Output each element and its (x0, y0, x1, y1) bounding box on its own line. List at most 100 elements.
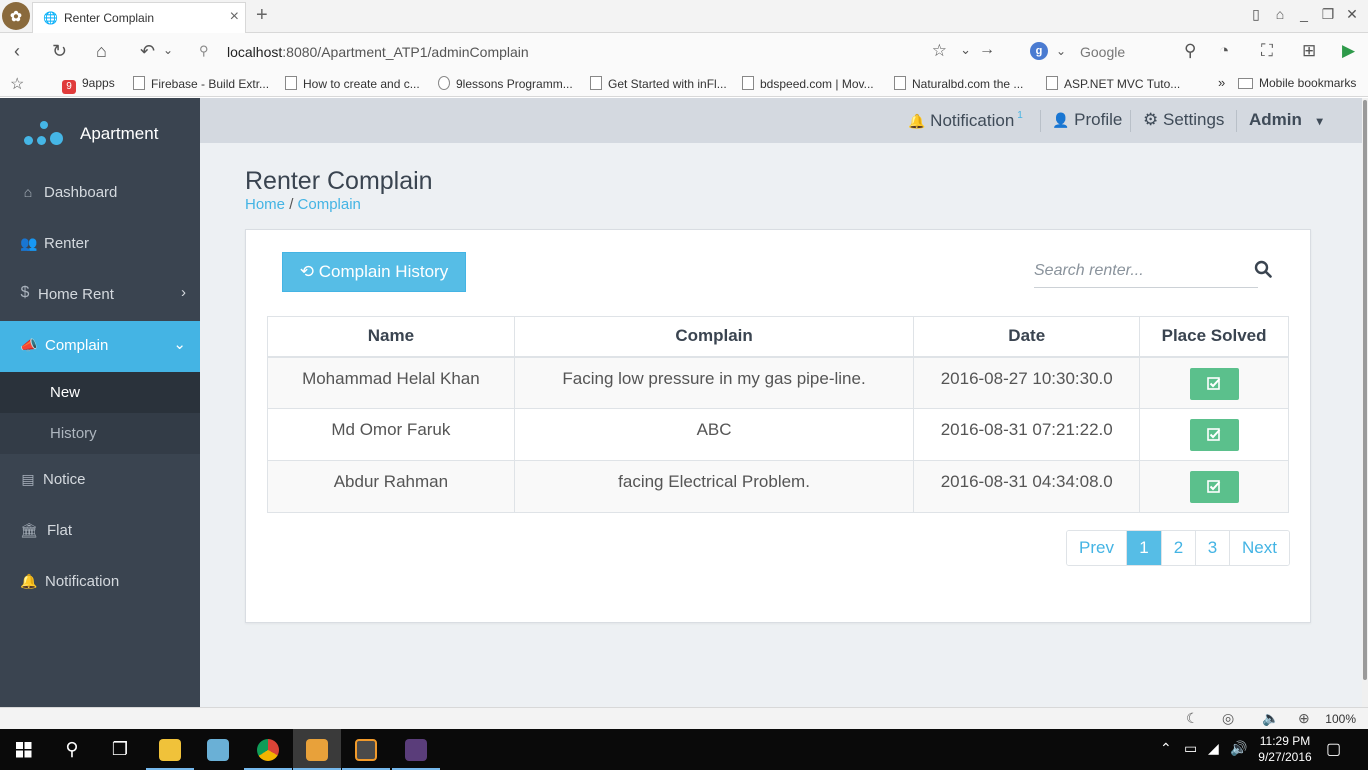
action-center-icon[interactable]: ▢ (1326, 739, 1341, 759)
undo-close-icon[interactable]: ↶ (140, 41, 155, 62)
bookmark-item[interactable]: ASP.NET MVC Tuto... (1046, 76, 1180, 91)
pagination-page-1[interactable]: 1 (1127, 531, 1162, 565)
taskbar-clock[interactable]: 11:29 PM 9/27/2016 (1250, 733, 1320, 765)
brand[interactable]: Apartment (0, 98, 200, 168)
zoom-icon[interactable]: ⊕ (1298, 710, 1310, 727)
9apps-icon: 9 (62, 80, 76, 94)
address-bar[interactable]: ⚲ localhost:8080/Apartment_ATP1/adminCom… (193, 39, 1013, 65)
reader-mode-icon[interactable]: ▯ (1248, 6, 1264, 23)
go-arrow-icon[interactable]: → (979, 41, 995, 59)
wifi-share-icon[interactable]: ◔ (1219, 41, 1229, 61)
page-scrollbar[interactable] (1362, 98, 1368, 707)
search-engine-dropdown-icon[interactable]: ⌄ (1056, 44, 1066, 58)
speed-mode-icon[interactable]: ◎ (1222, 710, 1234, 727)
search-icon[interactable]: ⚲ (1184, 41, 1196, 61)
search-input[interactable] (1034, 258, 1244, 284)
sidebar-subitem-label: History (50, 425, 97, 442)
restore-icon[interactable]: ❐ (1320, 6, 1336, 23)
battery-icon[interactable]: ▭ (1184, 740, 1197, 757)
search-engine-icon[interactable]: g (1030, 42, 1048, 60)
site-info-icon[interactable]: ⚲ (199, 43, 209, 59)
download-icon[interactable]: ▶ (1342, 41, 1355, 61)
sidebar-item-renter[interactable]: 👥 Renter (0, 219, 200, 270)
page-favicon-icon: 🌐 (43, 11, 58, 25)
sidebar-item-complain[interactable]: 📣 Complain ⌄ (0, 321, 200, 372)
screenshot-icon[interactable]: ⛶ (1261, 41, 1273, 61)
network-icon[interactable]: ◢ (1208, 740, 1219, 757)
tab-close-icon[interactable]: × (230, 8, 239, 26)
extensions-icon[interactable]: ⊞ (1302, 41, 1316, 61)
complain-panel: ⟲ Complain History Name Complain Date Pl… (245, 229, 1311, 623)
url-dropdown-icon[interactable]: ⌄ (960, 42, 971, 58)
mark-solved-button[interactable] (1189, 471, 1239, 503)
check-square-icon (1206, 428, 1220, 441)
back-icon[interactable]: ‹ (14, 41, 20, 62)
bookmark-item[interactable]: bdspeed.com | Mov... (742, 76, 874, 91)
pagination-next[interactable]: Next (1230, 531, 1289, 565)
mute-icon[interactable]: 🔈 (1262, 710, 1279, 727)
file-explorer-icon[interactable] (146, 729, 194, 770)
tray-overflow-icon[interactable]: ⌃ (1160, 740, 1172, 757)
pagination-prev[interactable]: Prev (1067, 531, 1127, 565)
bookmark-item[interactable]: Get Started with inFl... (590, 76, 727, 91)
search-icon[interactable]: ⚲ (48, 729, 96, 770)
minimize-icon[interactable]: _ (1296, 6, 1312, 23)
window-close-icon[interactable]: ✕ (1344, 6, 1360, 23)
pagination: Prev 1 2 3 Next (1066, 530, 1290, 566)
sidebar-item-home-rent[interactable]: $ Home Rent › (0, 270, 200, 321)
sublime-text-icon[interactable] (342, 729, 390, 770)
undo-dropdown-icon[interactable]: ⌄ (163, 43, 173, 57)
mobile-bookmarks[interactable]: Mobile bookmarks (1238, 76, 1356, 90)
bookmark-item[interactable]: 9lessons Programm... (438, 76, 573, 91)
main-content: Renter Complain Home / Complain ⟲ Compla… (200, 143, 1362, 707)
bookmark-item[interactable]: 9 9apps (62, 76, 115, 94)
pagination-page-2[interactable]: 2 (1162, 531, 1196, 565)
sidebar-subitem-new[interactable]: New (0, 372, 200, 413)
breadcrumb-current[interactable]: Complain (298, 196, 361, 213)
mark-solved-button[interactable] (1189, 367, 1239, 400)
complain-history-button[interactable]: ⟲ Complain History (282, 252, 466, 292)
sidebar-item-notification[interactable]: 🔔 Notification (0, 557, 200, 608)
new-tab-icon[interactable]: + (256, 4, 268, 27)
bookmark-item[interactable]: Firebase - Build Extr... (133, 76, 269, 91)
search-engine-label[interactable]: Google (1080, 44, 1125, 60)
home-nav-icon[interactable]: ⌂ (96, 41, 107, 62)
sidebar-item-flat[interactable]: 🏛 Flat (0, 506, 200, 557)
reload-icon[interactable]: ↻ (52, 41, 67, 62)
bookmark-star-icon[interactable]: ☆ (932, 41, 947, 61)
bookmark-manager-icon[interactable]: ☆ (10, 74, 24, 94)
notification-link[interactable]: 🔔 Notification 1 (908, 110, 1023, 131)
task-view-icon[interactable]: ❐ (96, 729, 144, 770)
bookmark-item[interactable]: Naturalbd.com the ... (894, 76, 1023, 91)
user-menu[interactable]: Admin ▾ (1249, 110, 1323, 130)
page-icon (285, 76, 297, 90)
app-icon[interactable] (194, 729, 242, 770)
bookmarks-overflow-icon[interactable]: » (1218, 75, 1225, 90)
browser-tab-active[interactable]: 🌐 Renter Complain × (32, 2, 246, 33)
browser-logo-icon[interactable]: ✿ (2, 2, 30, 30)
scrollbar-thumb[interactable] (1363, 100, 1367, 680)
sidebar-item-notice[interactable]: ▤ Notice (0, 455, 200, 506)
table-row: Mohammad Helal Khan Facing low pressure … (267, 356, 1289, 409)
search-icon[interactable] (1254, 260, 1276, 282)
cell-name: Abdur Rahman (267, 460, 515, 513)
sidebar-item-dashboard[interactable]: ⌂ Dashboard (0, 168, 200, 219)
game-app-icon[interactable] (392, 729, 440, 770)
start-button[interactable] (0, 729, 48, 770)
skin-icon[interactable]: ⌂ (1272, 6, 1288, 23)
zoom-level[interactable]: 100% (1325, 712, 1356, 726)
mark-solved-button[interactable] (1189, 419, 1239, 451)
bookmark-item[interactable]: How to create and c... (285, 76, 420, 91)
profile-link[interactable]: 👤 Profile (1052, 110, 1122, 130)
chrome-icon[interactable] (244, 729, 292, 770)
breadcrumb: Home / Complain (245, 196, 361, 213)
night-mode-icon[interactable]: ☾ (1186, 710, 1199, 727)
sidebar-subitem-history[interactable]: History (0, 413, 200, 454)
window-controls: ▯ ⌂ _ ❐ ✕ (1248, 6, 1360, 23)
breadcrumb-home[interactable]: Home (245, 196, 285, 213)
page-title: Renter Complain (245, 167, 433, 195)
uc-browser-icon[interactable] (293, 729, 341, 770)
volume-icon[interactable]: 🔊 (1230, 740, 1247, 757)
settings-link[interactable]: ⚙ Settings (1143, 110, 1224, 130)
pagination-page-3[interactable]: 3 (1196, 531, 1230, 565)
